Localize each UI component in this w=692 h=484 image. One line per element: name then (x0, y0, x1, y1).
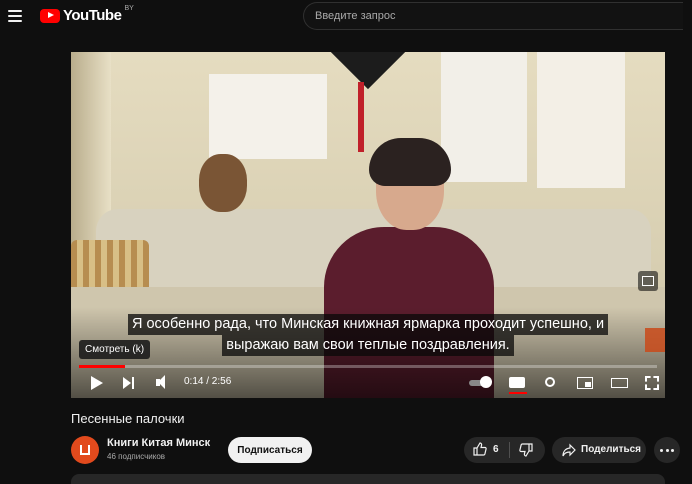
channel-logo-icon (80, 444, 90, 455)
thumbs-up-icon[interactable] (473, 442, 487, 456)
like-dislike-group: 6 (464, 437, 545, 463)
youtube-play-icon (40, 8, 60, 23)
subtitle-line-2: выражаю вам свои теплые поздравления. (222, 335, 514, 356)
share-label: Поделиться (581, 444, 642, 455)
search-input[interactable]: Введите запрос (303, 2, 683, 30)
player-controls: 0:14 / 2:56 (71, 370, 665, 398)
settings-gear-icon[interactable] (543, 374, 559, 392)
theater-mode-icon[interactable] (611, 374, 629, 392)
video-scene-drawing (441, 52, 527, 182)
subtitle-caption: Я особенно рада, что Минская книжная ярм… (71, 314, 665, 356)
video-title: Песенные палочки (71, 411, 185, 426)
search-placeholder: Введите запрос (315, 10, 396, 22)
video-player[interactable]: Я особенно рада, что Минская книжная ярм… (71, 52, 665, 398)
subtitles-icon[interactable] (509, 374, 527, 394)
play-tooltip: Смотреть (k) (79, 340, 151, 359)
miniplayer-overlay-icon[interactable] (638, 271, 658, 291)
volume-icon[interactable] (155, 374, 171, 392)
subscribe-button[interactable]: Подписаться (228, 437, 312, 463)
channel-avatar[interactable] (71, 436, 99, 464)
channel-name[interactable]: Книги Китая Минск (107, 437, 210, 449)
play-icon[interactable] (89, 374, 103, 392)
time-display: 0:14 / 2:56 (184, 376, 232, 387)
video-scene-person-hair (369, 138, 451, 186)
more-actions-icon[interactable] (654, 437, 680, 463)
video-scene-drawing (209, 74, 327, 159)
subtitle-line-1: Я особенно рада, что Минская книжная ярм… (127, 314, 609, 335)
logo-text: YouTube (63, 7, 122, 24)
next-icon[interactable] (121, 374, 137, 392)
description-card[interactable] (71, 474, 665, 484)
logo-region: BY (124, 5, 134, 12)
share-icon (562, 443, 576, 457)
subscriber-count: 46 подписчиков (107, 452, 166, 461)
thumbs-down-icon[interactable] (519, 443, 533, 457)
video-scene-tassel (358, 82, 364, 152)
like-divider (509, 442, 510, 458)
autoplay-toggle[interactable] (469, 374, 493, 392)
youtube-logo[interactable]: YouTube BY (40, 5, 134, 24)
fullscreen-icon[interactable] (645, 374, 659, 392)
progress-bar[interactable] (79, 365, 657, 368)
video-scene-teddy-bear (199, 154, 247, 212)
menu-icon[interactable] (8, 10, 22, 22)
miniplayer-icon[interactable] (577, 374, 595, 392)
video-scene-drawing (537, 52, 625, 188)
progress-fill (79, 365, 125, 368)
share-button[interactable]: Поделиться (552, 437, 646, 463)
like-count: 6 (493, 444, 499, 455)
